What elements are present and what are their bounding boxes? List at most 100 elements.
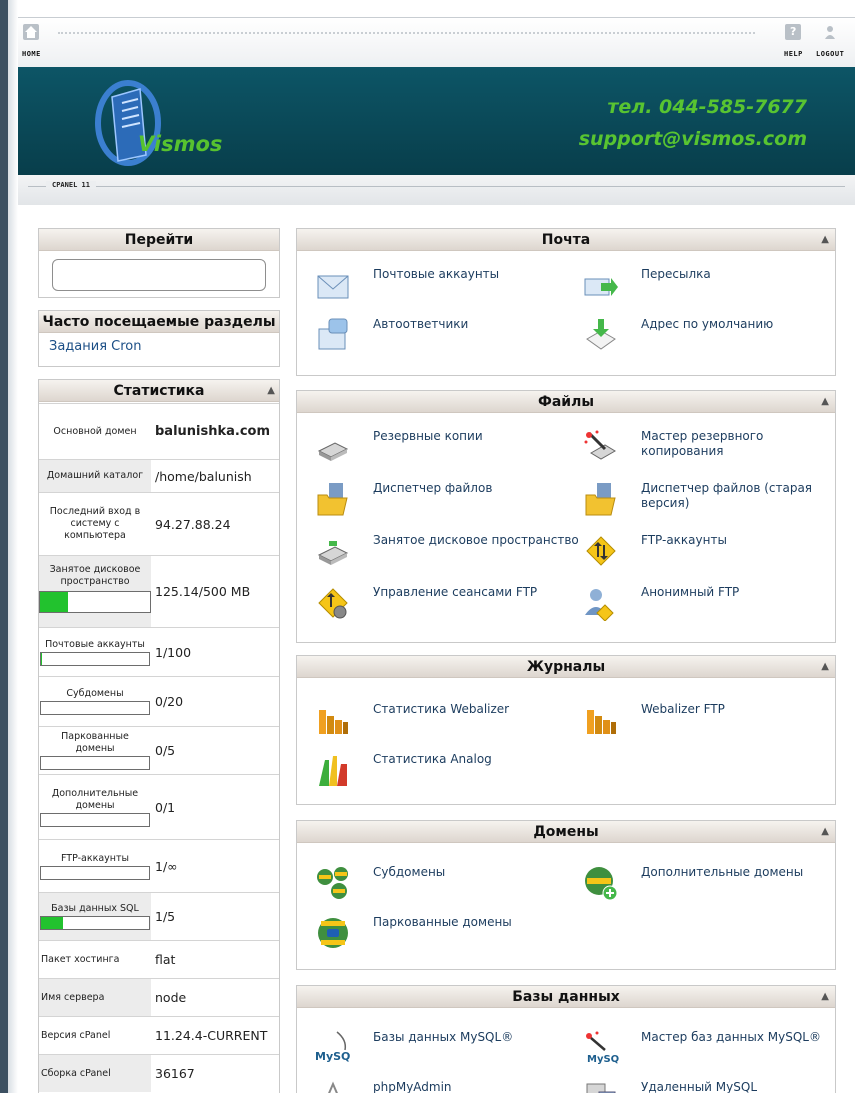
stat-value: 0/5: [155, 743, 176, 758]
forwarders-item[interactable]: Пересылка: [583, 267, 841, 303]
mail-panel-header[interactable]: Почта ▲: [297, 229, 835, 251]
domains-panel-header[interactable]: Домены ▲: [297, 821, 835, 843]
item-label: Анонимный FTP: [641, 585, 740, 599]
autoresponders-icon: [315, 317, 351, 353]
frequent-sections-box: Часто посещаемые разделы Задания Cron: [38, 310, 280, 367]
backup-wizard-item[interactable]: Мастер резервного копирования: [583, 429, 841, 465]
backup-item[interactable]: Резервные копии: [315, 429, 483, 465]
cpanel-page: HOME ? HELP LOGOUT Vismos тел. 044-585-7…: [18, 0, 855, 1093]
goto-search-input[interactable]: [52, 259, 266, 291]
collapse-arrow-icon[interactable]: ▲: [821, 656, 829, 678]
databases-panel-header[interactable]: Базы данных ▲: [297, 986, 835, 1008]
ftp-accounts-icon: [583, 533, 619, 569]
help-link[interactable]: ? HELP: [784, 24, 803, 58]
mysql-databases-icon: MySQL: [315, 1030, 357, 1066]
mysql-databases-item[interactable]: MySQL Базы данных MySQL®: [315, 1030, 513, 1066]
logs-panel-title: Журналы: [526, 659, 606, 675]
autoresponders-item[interactable]: Автоответчики: [315, 317, 468, 353]
domains-panel: Домены ▲ Субдомены Дополнительные домены…: [296, 820, 836, 970]
help-glyph: ?: [789, 25, 797, 38]
collapse-arrow-icon[interactable]: ▲: [821, 986, 829, 1008]
item-label: Диспетчер файлов (старая версия): [641, 481, 813, 510]
stat-value: 1/100: [155, 644, 192, 660]
subdomains-bar: [40, 701, 150, 715]
forwarders-icon: [583, 267, 619, 303]
files-panel-header[interactable]: Файлы ▲: [297, 391, 835, 413]
file-manager-item[interactable]: Диспетчер файлов: [315, 481, 492, 517]
mysql-wizard-logo-text: MySQL: [587, 1054, 619, 1065]
contact-info: тел. 044-585-7677 support@vismos.com: [579, 91, 807, 155]
cpanel-version-label: CPANEL 11: [46, 181, 96, 189]
stat-value: 11.24.4-CURRENT: [155, 1028, 268, 1043]
frequent-sections-title: Часто посещаемые разделы: [39, 311, 279, 333]
stat-value: 1/∞: [155, 858, 178, 874]
stat-label: Основной домен: [53, 425, 137, 437]
stat-label: Сборка cPanel: [39, 1055, 151, 1092]
stat-value: 94.27.88.24: [155, 516, 231, 532]
parked-domains-item[interactable]: Паркованные домены: [315, 915, 512, 951]
collapse-arrow-icon[interactable]: ▲: [267, 380, 275, 402]
cpanel-version-strip: CPANEL 11: [18, 175, 855, 205]
addon-domains-item[interactable]: Дополнительные домены: [583, 865, 841, 901]
subdomains-item[interactable]: Субдомены: [315, 865, 445, 901]
mysql-logo-text: MySQL: [315, 1050, 351, 1063]
mysql-wizard-item[interactable]: MySQL Мастер баз данных MySQL®: [583, 1030, 841, 1066]
stat-label-cell: FTP-аккаунты: [39, 840, 151, 892]
collapse-arrow-icon[interactable]: ▲: [821, 229, 829, 251]
domains-panel-title: Домены: [533, 824, 599, 840]
item-label: Мастер баз данных MySQL®: [641, 1030, 821, 1044]
stat-label: Дополнительные домены: [51, 787, 139, 811]
stat-label: Паркованные домены: [61, 731, 129, 754]
stat-label: Почтовые аккаунты: [45, 638, 145, 650]
home-link[interactable]: HOME: [22, 24, 41, 58]
statistics-header[interactable]: Статистика ▲: [39, 380, 279, 402]
webalizer-icon: [315, 702, 351, 738]
stat-label: Версия cPanel: [41, 1029, 111, 1041]
mail-panel: Почта ▲ Почтовые аккаунты Пересылка Авто…: [296, 228, 836, 376]
ftp-accounts-item[interactable]: FTP-аккаунты: [583, 533, 841, 569]
mail-accounts-icon: [315, 267, 351, 303]
logout-link[interactable]: LOGOUT: [816, 24, 844, 58]
home-icon: [23, 24, 40, 40]
sql-databases-fill: [41, 917, 63, 929]
goto-title: Перейти: [39, 229, 279, 251]
stat-value: 0/20: [155, 694, 184, 709]
item-label: Webalizer FTP: [641, 702, 725, 716]
collapse-arrow-icon[interactable]: ▲: [821, 391, 829, 413]
stat-label: Имя сервера: [39, 979, 151, 1016]
mail-accounts-item[interactable]: Почтовые аккаунты: [315, 267, 499, 303]
ftp-sessions-item[interactable]: Управление сеансами FTP: [315, 585, 537, 621]
help-label: HELP: [784, 50, 803, 58]
logs-panel: Журналы ▲ Статистика Webalizer Webalizer…: [296, 655, 836, 805]
item-label: Статистика Analog: [373, 752, 492, 766]
disk-usage-icon: [315, 533, 351, 569]
phpmyadmin-item[interactable]: phpMyAdmin: [315, 1080, 452, 1093]
stat-label: Базы данных SQL: [51, 903, 139, 914]
stat-label-cell: Почтовые аккаунты: [39, 628, 151, 676]
file-manager-legacy-item[interactable]: Диспетчер файлов (старая версия): [583, 481, 841, 517]
remote-mysql-item[interactable]: Удаленный MySQL: [583, 1080, 841, 1093]
brand-name: Vismos: [138, 132, 223, 156]
webalizer-item[interactable]: Статистика Webalizer: [315, 702, 509, 738]
stat-label-cell: Паркованные домены: [39, 727, 151, 774]
webalizer-ftp-item[interactable]: Webalizer FTP: [583, 702, 841, 738]
parked-domains-icon: [315, 915, 351, 951]
item-label: Диспетчер файлов: [373, 481, 493, 495]
item-label: Удаленный MySQL: [641, 1080, 757, 1093]
logs-panel-header[interactable]: Журналы ▲: [297, 656, 835, 678]
topbar-dotted-divider: [58, 32, 755, 34]
anonymous-ftp-item[interactable]: Анонимный FTP: [583, 585, 841, 622]
stat-label-cell: Занятое дисковое пространство: [39, 556, 151, 627]
default-address-icon: [583, 317, 619, 353]
parked-domains-bar: [40, 756, 150, 770]
webalizer-ftp-icon: [583, 702, 619, 738]
item-label: Базы данных MySQL®: [373, 1030, 514, 1044]
cron-jobs-link[interactable]: Задания Cron: [39, 333, 279, 360]
analog-stats-item[interactable]: Статистика Analog: [315, 752, 492, 788]
disk-usage-item[interactable]: Занятое дисковое пространство: [315, 533, 579, 569]
collapse-arrow-icon[interactable]: ▲: [821, 821, 829, 843]
top-navigation-bar: HOME ? HELP LOGOUT: [18, 17, 855, 67]
item-label: Мастер резервного копирования: [641, 429, 764, 458]
default-address-item[interactable]: Адрес по умолчанию: [583, 317, 841, 353]
item-label: Почтовые аккаунты: [373, 267, 500, 281]
